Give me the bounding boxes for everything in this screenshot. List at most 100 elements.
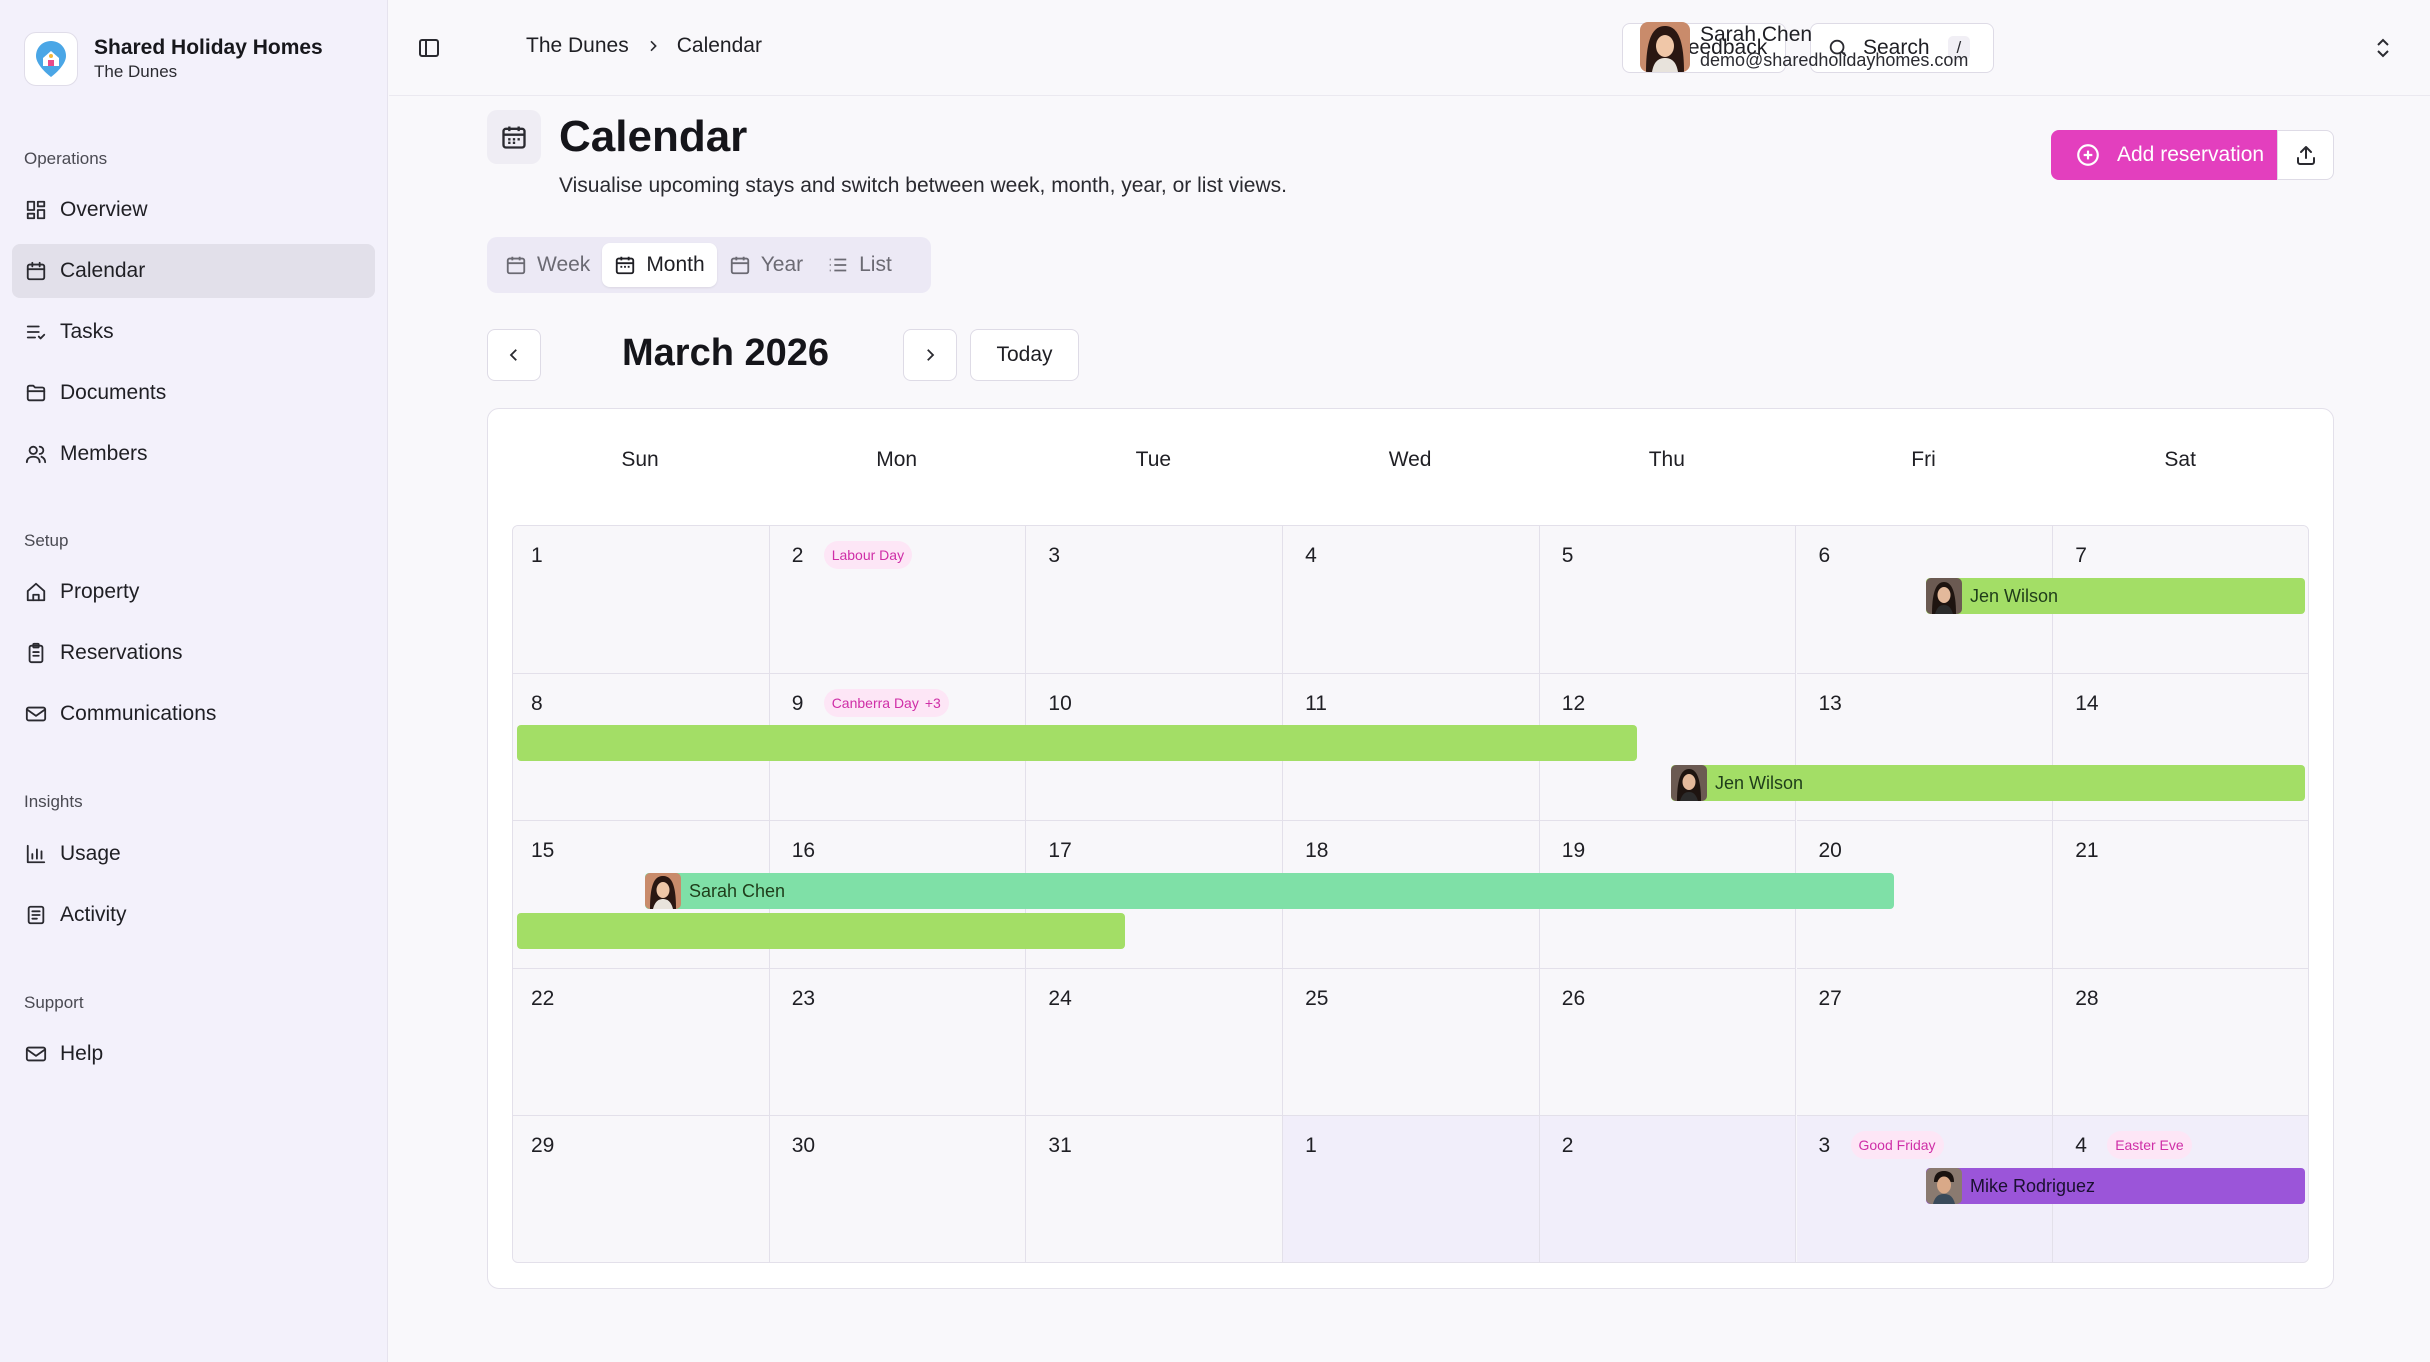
tab-year[interactable]: Year <box>717 243 815 287</box>
day-cell[interactable]: 23 <box>769 968 1027 1117</box>
sidebar-item-overview[interactable]: Overview <box>12 183 375 237</box>
nav-section-setup: Setup <box>24 531 69 550</box>
day-cell[interactable]: 2 <box>1539 1116 1797 1262</box>
day-cell[interactable]: 21 <box>2053 821 2308 969</box>
brand-property: The Dunes <box>94 62 178 81</box>
nav-section-operations: Operations <box>24 149 108 168</box>
weekday-label: Thu <box>1648 448 1685 471</box>
users-icon <box>24 442 48 466</box>
day-number: 4 <box>2075 1134 2087 1158</box>
avatar <box>1640 22 1690 72</box>
today-button[interactable]: Today <box>970 329 1079 381</box>
sidebar-item-label: Documents <box>60 381 167 404</box>
day-number: 3 <box>1048 544 1061 567</box>
chevron-left-icon <box>505 346 523 364</box>
sidebar-item-label: Usage <box>60 842 121 865</box>
reservation-bar[interactable] <box>517 913 1125 949</box>
weekday-label: Wed <box>1388 448 1432 471</box>
home-icon <box>24 580 48 604</box>
holiday-more-count: +3 <box>924 694 941 711</box>
day-cell[interactable]: 26 <box>1539 968 1797 1117</box>
user-menu[interactable]: Sarah Chen demo@sharedholidayhomes.com <box>1640 22 1968 72</box>
calendar-icon <box>729 254 761 276</box>
sidebar-item-members[interactable]: Members <box>12 427 375 481</box>
sidebar-item-reservations[interactable]: Reservations <box>12 626 375 680</box>
reservation-bar[interactable] <box>517 725 1637 761</box>
day-number: 19 <box>1561 839 1586 863</box>
reservation-bar[interactable]: Sarah Chen <box>645 873 1894 909</box>
day-cell[interactable]: 29 <box>513 1116 770 1262</box>
sidebar-item-usage[interactable]: Usage <box>12 827 375 881</box>
day-cell[interactable]: 27 <box>1796 968 2054 1117</box>
sidebar-item-activity[interactable]: Activity <box>12 888 375 942</box>
breadcrumb-property[interactable]: The Dunes <box>526 34 629 58</box>
sidebar-item-label: Calendar <box>60 259 146 282</box>
holiday-badge[interactable]: Good Friday <box>1850 1131 1944 1160</box>
tab-label: Week <box>537 253 591 276</box>
reservation-bar[interactable]: Jen Wilson <box>1926 578 2305 614</box>
holiday-badge[interactable]: Canberra Day +3 <box>823 688 949 717</box>
guest-avatar <box>1671 765 1707 801</box>
day-number: 5 <box>1561 544 1574 567</box>
dashboard-icon <box>24 198 48 222</box>
reservation-bar[interactable]: Jen Wilson <box>1671 765 2305 801</box>
brand[interactable]: Shared Holiday Homes The Dunes <box>24 32 323 86</box>
previous-month-button[interactable] <box>487 329 541 381</box>
day-cell[interactable]: 3 <box>1026 526 1284 674</box>
tab-label: Year <box>760 253 804 276</box>
day-number: 20 <box>1818 839 1842 863</box>
holiday-badge[interactable]: Easter Eve <box>2107 1131 2192 1160</box>
day-number: 28 <box>2075 986 2099 1010</box>
day-cell[interactable]: 31 <box>1026 1116 1284 1262</box>
chevron-up-down-icon[interactable] <box>2373 36 2393 65</box>
view-switcher: Week Month Year List <box>487 237 931 293</box>
sidebar-toggle-icon[interactable] <box>415 34 443 62</box>
day-number: 29 <box>531 1134 555 1158</box>
day-cell[interactable]: 22 <box>513 968 770 1117</box>
day-cell[interactable]: 2 Labour Day <box>769 526 1027 674</box>
export-button[interactable] <box>2277 130 2334 180</box>
day-number: 13 <box>1818 691 1842 715</box>
guest-name: Jen Wilson <box>1970 585 2059 606</box>
plus-circle-icon <box>2075 142 2117 168</box>
sidebar-item-label: Overview <box>60 198 148 221</box>
sidebar-item-communications[interactable]: Communications <box>12 687 375 741</box>
sidebar-item-property[interactable]: Property <box>12 565 375 619</box>
day-cell[interactable]: 25 <box>1283 968 1540 1117</box>
tab-label: Month <box>646 253 705 276</box>
holiday-name: Canberra Day <box>831 694 919 711</box>
day-number: 26 <box>1561 986 1586 1010</box>
tab-week[interactable]: Week <box>493 243 602 287</box>
day-cell[interactable]: 28 <box>2053 968 2308 1117</box>
reservation-bar[interactable]: Mike Rodriguez <box>1926 1168 2305 1204</box>
day-number: 16 <box>791 839 816 863</box>
sidebar-item-help[interactable]: Help <box>12 1027 375 1081</box>
guest-name: Mike Rodriguez <box>1970 1175 2096 1196</box>
day-cell[interactable]: 5 <box>1539 526 1797 674</box>
tab-month[interactable]: Month <box>602 243 717 287</box>
weekday-label: Sat <box>2164 448 2196 471</box>
add-reservation-button[interactable]: Add reservation <box>2051 130 2277 180</box>
next-month-button[interactable] <box>903 329 957 381</box>
day-cell[interactable]: 4 <box>1283 526 1540 674</box>
sidebar-item-documents[interactable]: Documents <box>12 366 375 420</box>
calendar-icon <box>24 259 48 283</box>
day-cell[interactable]: 1 <box>513 526 770 674</box>
day-cell[interactable]: 24 <box>1026 968 1284 1117</box>
holiday-name: Easter Eve <box>2115 1137 2184 1154</box>
day-cell[interactable]: 1 <box>1283 1116 1540 1262</box>
weekday-label: Tue <box>1135 448 1172 471</box>
sidebar-item-label: Communications <box>60 702 217 725</box>
day-number: 9 <box>791 691 804 715</box>
clipboard-icon <box>24 641 48 665</box>
day-number: 11 <box>1305 691 1327 715</box>
day-number: 8 <box>531 691 543 715</box>
holiday-badge[interactable]: Labour Day <box>823 541 913 569</box>
day-number: 6 <box>1818 544 1831 567</box>
sidebar-item-calendar[interactable]: Calendar <box>12 244 375 298</box>
day-cell[interactable]: 30 <box>769 1116 1027 1262</box>
sidebar-item-tasks[interactable]: Tasks <box>12 305 375 359</box>
add-reservation-label: Add reservation <box>2117 143 2265 166</box>
day-number: 14 <box>2075 691 2099 715</box>
tab-list[interactable]: List <box>815 243 904 287</box>
